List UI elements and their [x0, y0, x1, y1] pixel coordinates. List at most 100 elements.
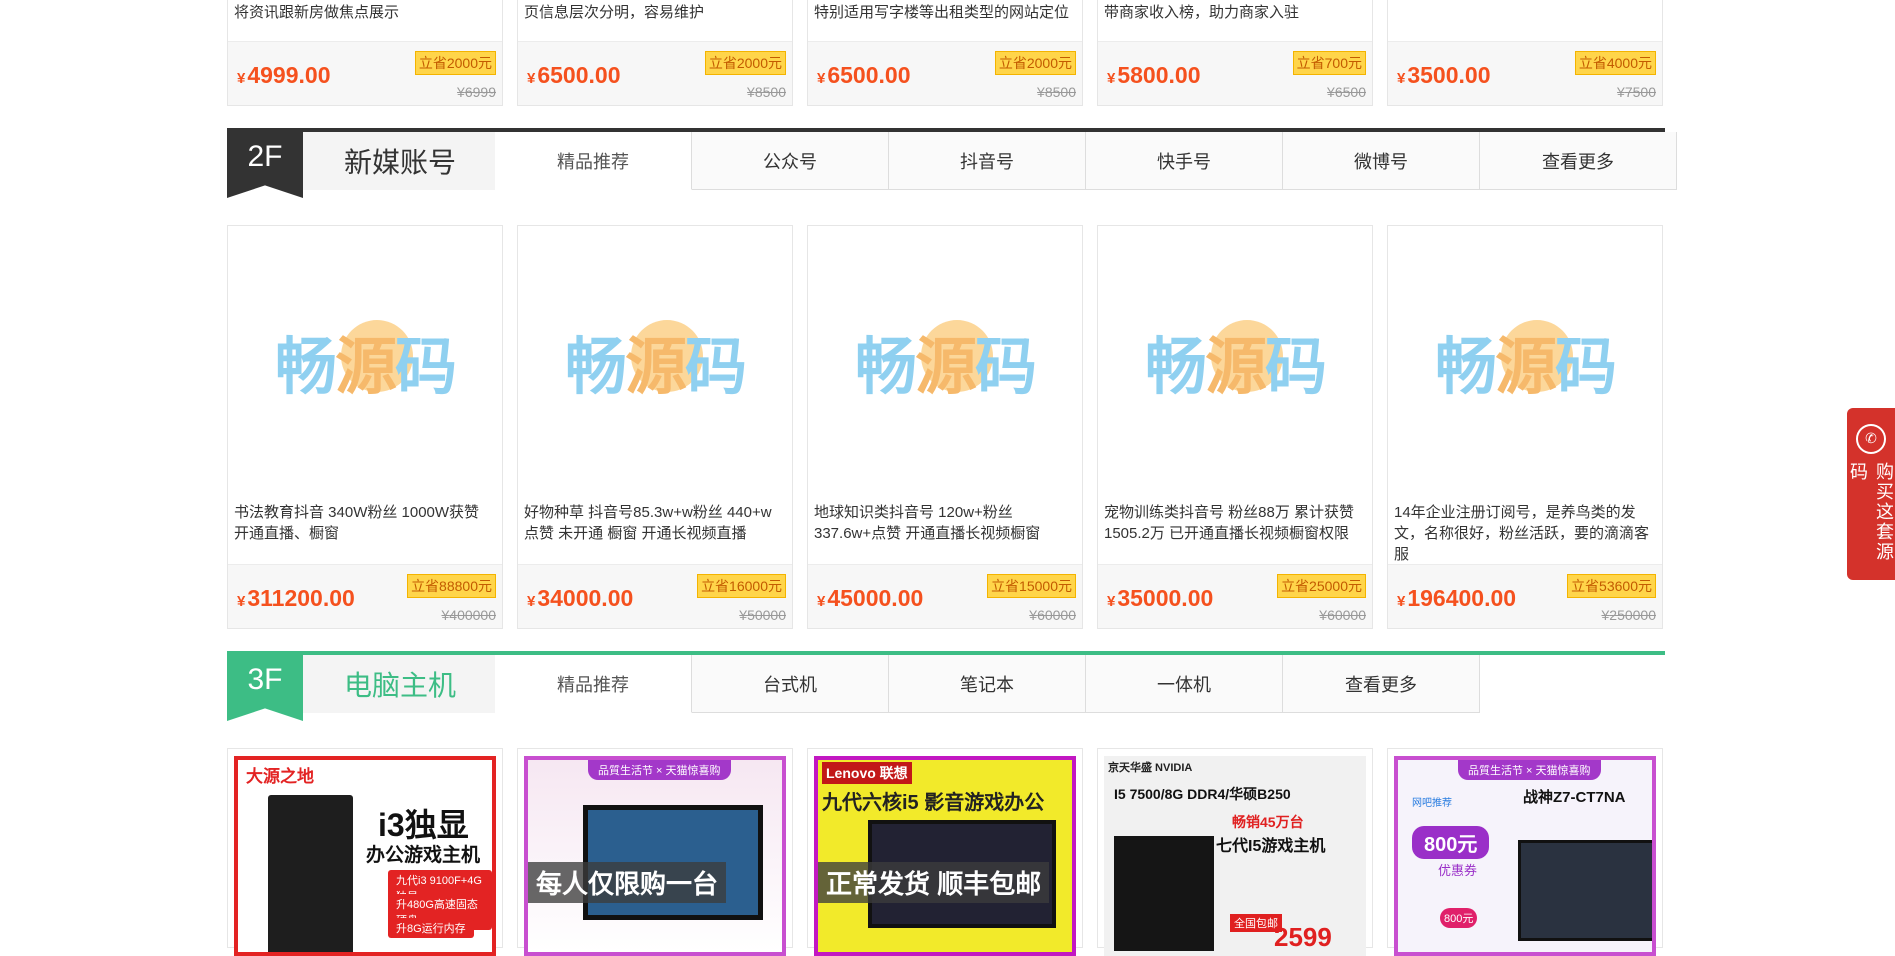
product-card[interactable]: ¥3500.00 立省4000元 ¥7500: [1387, 0, 1663, 106]
original-price-value: 400000: [449, 607, 496, 623]
savings-badge: 立省4000元: [1574, 51, 1656, 75]
price-tag: 2599: [1274, 922, 1332, 952]
original-price: ¥50000: [739, 607, 786, 623]
logo-text: 畅源码: [855, 316, 1037, 406]
product-card[interactable]: 带商家收入榜，助力商家入驻 ¥5800.00 立省700元 ¥6500: [1097, 0, 1373, 106]
coupon-label: 优惠券: [1438, 863, 1478, 878]
currency-symbol: ¥: [1107, 593, 1116, 610]
tab-5[interactable]: 查看更多: [1480, 132, 1677, 190]
buy-source-button[interactable]: ✆ 购买这套源码: [1847, 408, 1895, 580]
product-title: 地球知识类抖音号 120w+粉丝 337.6w+点赞 开通直播长视频橱窗: [814, 504, 1041, 542]
price-bar: ¥35000.00 立省25000元 ¥60000: [1098, 564, 1372, 628]
overlay-text: 正常发货 顺丰包邮: [818, 862, 1050, 903]
currency-symbol: ¥: [457, 84, 465, 100]
floor3-tabs: 精品推荐 台式机 笔记本 一体机 查看更多: [495, 655, 1480, 713]
original-price: ¥7500: [1617, 84, 1656, 100]
placeholder-logo: 畅源码: [228, 226, 502, 496]
currency-symbol: ¥: [1397, 70, 1406, 87]
price: ¥196400.00: [1397, 585, 1516, 612]
coupon-value: 800元: [1412, 826, 1490, 859]
original-price-value: 6999: [464, 84, 496, 100]
price: ¥45000.00: [817, 585, 923, 612]
savings-badge: 立省16000元: [697, 574, 786, 598]
price-bar: ¥5800.00 立省700元 ¥6500: [1098, 41, 1372, 105]
sub-headline: 办公游戏主机: [366, 845, 481, 866]
tab-4[interactable]: 查看更多: [1283, 655, 1480, 713]
price: ¥6500.00: [527, 62, 620, 89]
floor2-number: 2F: [227, 128, 303, 198]
brand-label: 大源之地: [246, 767, 314, 786]
brand-label: 京天华盛 NVIDIA: [1108, 762, 1193, 774]
product-card[interactable]: 页信息层次分明，容易维护 ¥6500.00 立省2000元 ¥8500: [517, 0, 793, 106]
product-card[interactable]: 品質生活节 × 天猫惊喜购 网吧推荐 战神Z7-CT7NA 800元 优惠券 800元: [1387, 748, 1663, 956]
savings-badge: 立省2000元: [414, 51, 496, 75]
price-bar: ¥4999.00 立省2000元 ¥6999: [228, 41, 502, 105]
logo-char: 源: [1204, 330, 1267, 403]
logo-char: 源: [914, 330, 977, 403]
tab-0[interactable]: 精品推荐: [495, 132, 692, 190]
product-image: 大源之地i3独显办公游戏主机九代i3 9100F+4G独显升480G高速固态硬盘…: [234, 756, 496, 956]
logo-text: 畅源码: [565, 316, 747, 406]
logo-char: 码: [395, 330, 457, 403]
price: ¥35000.00: [1107, 585, 1213, 612]
product-card[interactable]: Lenovo 联想 九代六核i5 影音游戏办公 正常发货 顺丰包邮: [807, 748, 1083, 956]
headline: 战神Z7-CT7NA: [1523, 789, 1626, 806]
promo-banner: 品質生活节 × 天猫惊喜购: [1458, 760, 1601, 780]
product-card[interactable]: 特别适用写字楼等出租类型的网站定位 ¥6500.00 立省2000元 ¥8500: [807, 0, 1083, 106]
product-card[interactable]: 大源之地i3独显办公游戏主机九代i3 9100F+4G独显升480G高速固态硬盘…: [227, 748, 503, 956]
product-image: Lenovo 联想 九代六核i5 影音游戏办公 正常发货 顺丰包邮: [814, 756, 1076, 956]
logo-text: 畅源码: [1435, 316, 1617, 406]
product-title: 书法教育抖音 340W粉丝 1000W获赞 开通直播、橱窗: [234, 504, 480, 542]
tab-0[interactable]: 精品推荐: [495, 655, 692, 713]
original-price-value: 8500: [754, 84, 786, 100]
currency-symbol: ¥: [1617, 84, 1625, 100]
price-bar: ¥6500.00 立省2000元 ¥8500: [518, 41, 792, 105]
tab-1[interactable]: 台式机: [692, 655, 889, 713]
product-card[interactable]: 畅源码 宠物训练类抖音号 粉丝88万 累计获赞1505.2万 已开通直播长视频橱窗…: [1097, 225, 1373, 629]
product-card[interactable]: 京天华盛 NVIDIA I5 7500/8G DDR4/华硕B250 畅销45万台七…: [1097, 748, 1373, 956]
original-price-value: 6500: [1334, 84, 1366, 100]
tab-4[interactable]: 微博号: [1283, 132, 1480, 190]
product-card[interactable]: 畅源码 书法教育抖音 340W粉丝 1000W获赞 开通直播、橱窗 ¥311200.…: [227, 225, 503, 629]
overlay-text: 每人仅限购一台: [528, 862, 727, 903]
product-card[interactable]: 将资讯跟新房做焦点展示 ¥4999.00 立省2000元 ¥6999: [227, 0, 503, 106]
savings-badge: 立省15000元: [987, 574, 1076, 598]
placeholder-logo: 畅源码: [1388, 226, 1662, 496]
savings-badge: 立省53600元: [1567, 574, 1656, 598]
tab-3[interactable]: 一体机: [1086, 655, 1283, 713]
pc-tower: [1114, 836, 1214, 951]
original-price: ¥400000: [441, 607, 496, 623]
product-card[interactable]: 畅源码 好物种草 抖音号85.3w+w粉丝 440+w点赞 未开通 橱窗 开通长视…: [517, 225, 793, 629]
price-value: 4999.00: [247, 62, 331, 88]
product-card[interactable]: 畅源码 14年企业注册订阅号，是养鸟类的发文，名称很好，粉丝活跃，要的滴滴客服 ¥1…: [1387, 225, 1663, 629]
placeholder-logo: 畅源码: [518, 226, 792, 496]
currency-symbol: ¥: [237, 70, 246, 87]
headline: 九代六核i5 影音游戏办公: [822, 792, 1045, 814]
price-value: 34000.00: [537, 585, 634, 611]
currency-symbol: ¥: [527, 593, 536, 610]
buy-source-label: 购买这套源码: [1848, 461, 1894, 562]
product-card[interactable]: 畅源码地球知识类抖音号 120w+粉丝 337.6w+点赞 开通直播长视频橱窗 ¥…: [807, 225, 1083, 629]
tab-1[interactable]: 公众号: [692, 132, 889, 190]
original-price: ¥60000: [1029, 607, 1076, 623]
logo-char: 源: [334, 330, 397, 403]
price-bar: ¥45000.00 立省15000元 ¥60000: [808, 564, 1082, 628]
tab-2[interactable]: 笔记本: [889, 655, 1086, 713]
currency-symbol: ¥: [817, 593, 826, 610]
floor2-tabs: 精品推荐 公众号 抖音号 快手号 微博号 查看更多: [495, 132, 1677, 190]
placeholder-logo: 畅源码: [808, 226, 1082, 496]
price-bar: ¥34000.00 立省16000元 ¥50000: [518, 564, 792, 628]
tab-2[interactable]: 抖音号: [889, 132, 1086, 190]
currency-symbol: ¥: [1319, 607, 1328, 623]
original-price-value: 250000: [1609, 607, 1656, 623]
currency-symbol: ¥: [747, 84, 755, 100]
price-value: 311200.00: [247, 585, 355, 611]
price: ¥5800.00: [1107, 62, 1200, 89]
price-bar: ¥311200.00 立省88800元 ¥400000: [228, 564, 502, 628]
product-title: 宠物训练类抖音号 粉丝88万 累计获赞1505.2万 已开通直播长视频橱窗权限: [1104, 504, 1355, 542]
logo-text: 畅源码: [275, 316, 457, 406]
original-price-value: 50000: [747, 607, 786, 623]
product-card[interactable]: 品質生活节 × 天猫惊喜购 每人仅限购一台: [517, 748, 793, 956]
tab-3[interactable]: 快手号: [1086, 132, 1283, 190]
savings-badge: 立省88800元: [407, 574, 496, 598]
